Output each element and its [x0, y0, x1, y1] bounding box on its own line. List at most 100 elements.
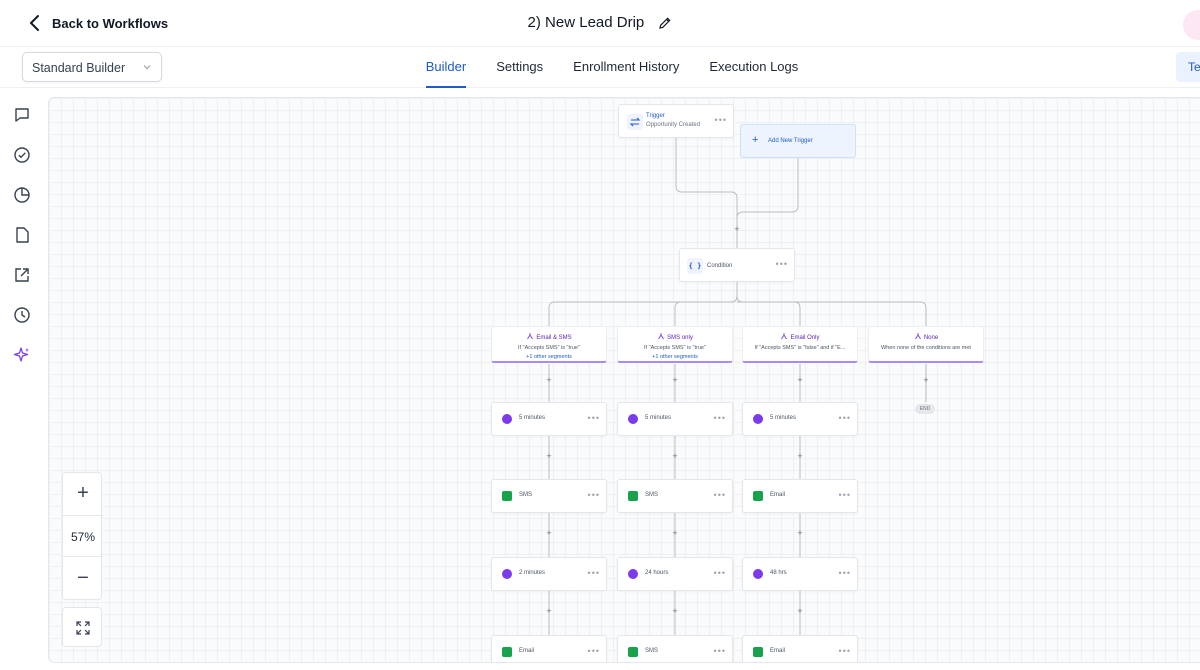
- tab-builder[interactable]: Builder: [425, 47, 467, 88]
- sms-step[interactable]: SMS •••: [617, 479, 733, 513]
- wait-step[interactable]: 48 hrs •••: [742, 557, 858, 591]
- trigger-subtitle: Opportunity Created: [646, 122, 701, 128]
- add-new-trigger-button[interactable]: + Add New Trigger: [740, 124, 856, 158]
- email-step[interactable]: Email •••: [491, 635, 607, 662]
- add-step-plus[interactable]: +: [670, 606, 680, 616]
- branch-sms-only[interactable]: SMS only If "Accepts SMS" is "true" +1 o…: [617, 326, 733, 363]
- zoom-level: 57%: [63, 515, 103, 557]
- add-step-plus[interactable]: +: [670, 451, 680, 461]
- email-icon: [753, 647, 763, 657]
- step-label: 48 hrs: [770, 570, 787, 576]
- wait-step[interactable]: 5 minutes •••: [617, 402, 733, 436]
- step-label: 5 minutes: [770, 415, 797, 421]
- step-label: 24 hours: [645, 570, 669, 576]
- branch-email-sms[interactable]: Email & SMS If "Accepts SMS" is "true" +…: [491, 326, 607, 363]
- tab-settings[interactable]: Settings: [496, 47, 543, 88]
- more-options-icon[interactable]: •••: [714, 568, 726, 578]
- end-badge: END: [915, 404, 935, 414]
- email-step[interactable]: Email •••: [742, 479, 858, 513]
- step-label: SMS: [519, 492, 533, 498]
- braces-icon: { }: [687, 258, 703, 274]
- add-step-plus[interactable]: +: [795, 451, 805, 461]
- clock-icon: [628, 569, 638, 579]
- tab-bar: Builder Settings Enrollment History Exec…: [0, 47, 1200, 88]
- pencil-icon[interactable]: [658, 16, 672, 30]
- step-label: SMS: [645, 492, 659, 498]
- clock-icon: [502, 569, 512, 579]
- branch-description: When none of the conditions are met: [881, 345, 971, 351]
- step-label: 2 minutes: [519, 570, 546, 576]
- sms-step[interactable]: SMS •••: [491, 479, 607, 513]
- branch-other-segments-link[interactable]: +1 other segments: [618, 354, 732, 360]
- more-options-icon[interactable]: •••: [839, 490, 851, 500]
- file-icon[interactable]: [13, 226, 31, 244]
- condition-node[interactable]: { } Condition •••: [679, 248, 795, 282]
- add-step-plus[interactable]: +: [670, 528, 680, 538]
- swap-arrows-icon: [627, 114, 643, 130]
- branch-none[interactable]: None When none of the conditions are met: [868, 326, 984, 363]
- fit-to-screen-button[interactable]: [62, 607, 102, 647]
- user-avatar[interactable]: [1183, 10, 1200, 40]
- zoom-out-button[interactable]: −: [63, 558, 103, 600]
- branch-other-segments-link[interactable]: +1 other segments: [492, 354, 606, 360]
- check-circle-icon[interactable]: [13, 146, 31, 164]
- branch-icon: [781, 333, 788, 340]
- step-label: Email: [770, 648, 786, 654]
- add-new-trigger-label: Add New Trigger: [768, 138, 813, 144]
- pie-chart-icon[interactable]: [13, 186, 31, 204]
- more-options-icon[interactable]: •••: [588, 646, 600, 656]
- more-options-icon[interactable]: •••: [588, 568, 600, 578]
- branch-name: Email Only: [790, 335, 820, 341]
- wait-step[interactable]: 24 hours •••: [617, 557, 733, 591]
- email-step[interactable]: Email •••: [742, 635, 858, 662]
- step-label: 5 minutes: [519, 415, 546, 421]
- more-options-icon[interactable]: •••: [839, 413, 851, 423]
- add-step-plus[interactable]: +: [795, 375, 805, 385]
- more-options-icon[interactable]: •••: [715, 115, 727, 125]
- test-workflow-button[interactable]: Te: [1176, 52, 1200, 82]
- step-label: Email: [770, 492, 786, 498]
- builder-mode-select[interactable]: Standard Builder: [22, 52, 162, 82]
- more-options-icon[interactable]: •••: [714, 490, 726, 500]
- workflow-canvas[interactable]: Trigger Opportunity Created ••• + Add Ne…: [48, 97, 1200, 663]
- branch-description: If "Accepts SMS" is "true": [644, 345, 706, 351]
- external-link-icon[interactable]: [13, 266, 31, 284]
- step-label: 5 minutes: [645, 415, 672, 421]
- trigger-node[interactable]: Trigger Opportunity Created •••: [618, 104, 734, 138]
- branch-name: SMS only: [667, 335, 693, 341]
- more-options-icon[interactable]: •••: [776, 259, 788, 269]
- sparkles-icon[interactable]: [13, 346, 31, 364]
- sms-icon: [502, 491, 512, 501]
- add-step-plus[interactable]: +: [670, 375, 680, 385]
- more-options-icon[interactable]: •••: [588, 413, 600, 423]
- sms-step[interactable]: SMS •••: [617, 635, 733, 662]
- more-options-icon[interactable]: •••: [714, 413, 726, 423]
- add-step-plus[interactable]: +: [544, 606, 554, 616]
- trigger-title: Trigger: [646, 113, 665, 119]
- zoom-in-button[interactable]: +: [63, 473, 103, 515]
- add-step-plus[interactable]: +: [544, 528, 554, 538]
- more-options-icon[interactable]: •••: [588, 490, 600, 500]
- sms-icon: [628, 491, 638, 501]
- more-options-icon[interactable]: •••: [839, 646, 851, 656]
- sms-icon: [628, 647, 638, 657]
- add-step-plus[interactable]: +: [795, 606, 805, 616]
- wait-step[interactable]: 5 minutes •••: [491, 402, 607, 436]
- history-icon[interactable]: [13, 306, 31, 324]
- wait-step[interactable]: 2 minutes •••: [491, 557, 607, 591]
- wait-step[interactable]: 5 minutes •••: [742, 402, 858, 436]
- more-options-icon[interactable]: •••: [839, 568, 851, 578]
- add-step-plus[interactable]: +: [544, 451, 554, 461]
- tab-execution-logs[interactable]: Execution Logs: [709, 47, 798, 88]
- tab-enrollment-history[interactable]: Enrollment History: [573, 47, 679, 88]
- branch-email-only[interactable]: Email Only If "Accepts SMS" is "false" a…: [742, 326, 858, 363]
- more-options-icon[interactable]: •••: [714, 646, 726, 656]
- add-step-plus[interactable]: +: [732, 224, 742, 234]
- add-step-plus[interactable]: +: [795, 528, 805, 538]
- branch-icon: [914, 333, 921, 340]
- left-rail: [0, 88, 44, 670]
- plus-icon: +: [752, 134, 759, 146]
- add-step-plus[interactable]: +: [921, 375, 931, 385]
- add-step-plus[interactable]: +: [544, 375, 554, 385]
- chat-icon[interactable]: [13, 106, 31, 124]
